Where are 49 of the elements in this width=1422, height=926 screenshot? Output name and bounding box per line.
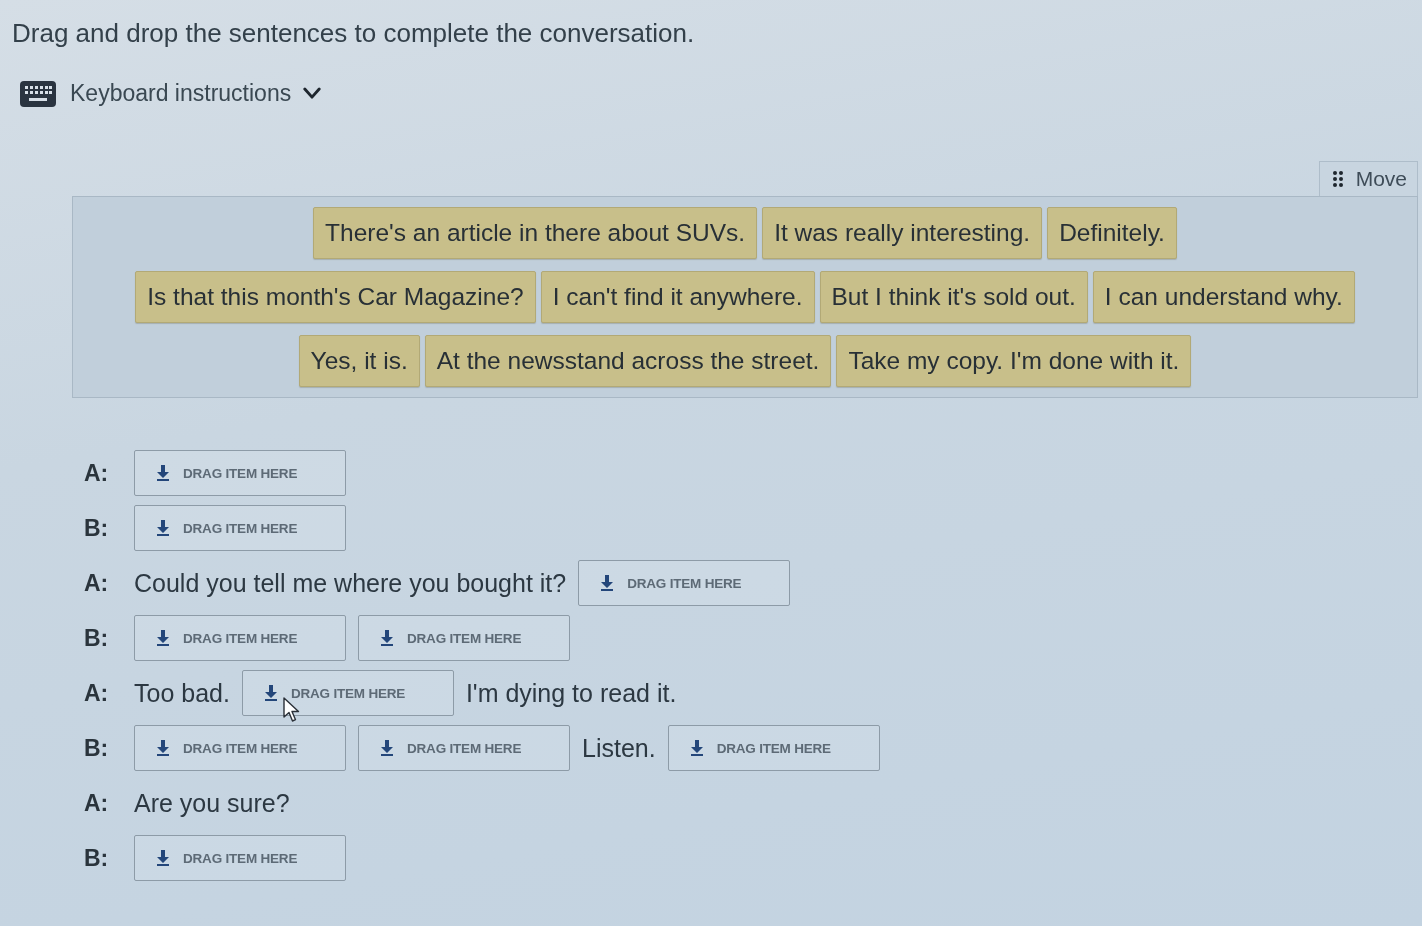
sentence-tile[interactable]: At the newsstand across the street.	[424, 335, 832, 387]
down-arrow-icon	[157, 850, 169, 866]
down-arrow-icon	[264, 685, 277, 701]
down-arrow-icon	[157, 465, 169, 481]
down-arrow-icon	[601, 575, 614, 591]
keyboard-icon	[20, 80, 56, 107]
speaker-label: B:	[84, 844, 110, 872]
down-arrow-icon	[157, 520, 169, 536]
down-arrow-icon	[381, 740, 393, 756]
drop-zone[interactable]: DRAG ITEM HERE	[241, 670, 454, 716]
grip-icon	[1331, 170, 1344, 188]
down-arrow-icon	[157, 630, 169, 646]
sentence-tile[interactable]: But I think it's sold out.	[819, 271, 1088, 323]
sentence-tile[interactable]: Yes, it is.	[298, 335, 420, 387]
down-arrow-icon	[157, 740, 169, 756]
speaker-label: B:	[84, 624, 110, 652]
down-arrow-icon	[381, 630, 393, 646]
drop-zone[interactable]: DRAG ITEM HERE	[134, 450, 346, 496]
mouse-pointer-icon	[283, 697, 301, 723]
sentence-tile[interactable]: Take my copy. I'm done with it.	[836, 335, 1192, 387]
dialogue-text: Listen.	[582, 733, 656, 763]
drop-zone[interactable]: DRAG ITEM HERE	[667, 725, 880, 771]
dialogue-text: Are you sure?	[134, 788, 290, 818]
drop-zone[interactable]: DRAG ITEM HERE	[358, 615, 570, 661]
move-handle[interactable]: Move	[1318, 161, 1418, 196]
speaker-label: B:	[84, 734, 110, 762]
drop-zone[interactable]: DRAG ITEM HERE	[134, 505, 346, 551]
speaker-label: A:	[84, 679, 110, 707]
sentence-tile[interactable]: I can't find it anywhere.	[540, 271, 815, 323]
sentence-tile[interactable]: I can understand why.	[1092, 271, 1355, 323]
speaker-label: A:	[84, 569, 110, 597]
drop-zone[interactable]: DRAG ITEM HERE	[358, 725, 570, 771]
down-arrow-icon	[690, 740, 703, 756]
speaker-label: B:	[84, 514, 110, 542]
sentence-tile[interactable]: There's an article in there about SUVs.	[313, 207, 758, 259]
drop-zone[interactable]: DRAG ITEM HERE	[578, 560, 791, 606]
sentence-tile[interactable]: It was really interesting.	[762, 207, 1043, 259]
instruction-text: Drag and drop the sentences to complete the conversation.	[12, 18, 695, 48]
dialogue-text: I'm dying to read it.	[465, 678, 677, 708]
speaker-label: A:	[84, 789, 110, 817]
dialogue-text: Could you tell me where you bought it?	[134, 568, 567, 598]
sentence-tile[interactable]: Definitely.	[1047, 207, 1177, 259]
drop-zone[interactable]: DRAG ITEM HERE	[134, 725, 346, 771]
speaker-label: A:	[84, 459, 110, 487]
dialogue-text: Too bad.	[134, 678, 230, 708]
drop-zone[interactable]: DRAG ITEM HERE	[134, 615, 346, 661]
drop-zone[interactable]: DRAG ITEM HERE	[134, 835, 346, 881]
keyboard-instructions-toggle[interactable]: Keyboard instructions	[70, 80, 322, 107]
sentence-tile[interactable]: Is that this month's Car Magazine?	[135, 271, 536, 323]
